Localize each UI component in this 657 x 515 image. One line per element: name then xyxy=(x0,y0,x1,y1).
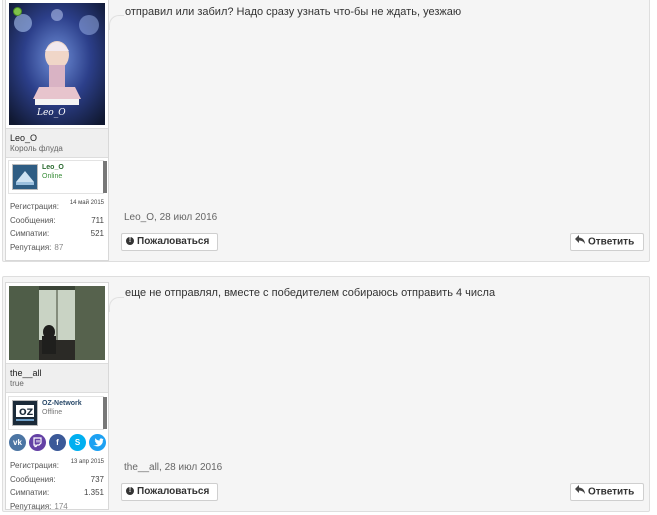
skype-icon[interactable]: S xyxy=(69,434,86,451)
mini-profile-status: Offline xyxy=(42,409,63,416)
stat-value: 13 апр 2015 xyxy=(70,459,104,465)
stat-value: 174 xyxy=(54,501,68,511)
reply-label: Ответить xyxy=(588,236,635,248)
mini-profile[interactable]: OZ OZ-Network Offline xyxy=(8,396,107,430)
name-box: the__all true xyxy=(6,363,108,393)
alert-icon: ! xyxy=(126,237,134,246)
message-bubble-tail xyxy=(109,15,124,30)
stat-label: Репутация: xyxy=(10,501,52,511)
stat-value: 521 xyxy=(90,229,104,238)
avatar[interactable] xyxy=(9,286,105,360)
stat-value[interactable]: 711 xyxy=(91,216,104,225)
message-bubble-tail xyxy=(109,297,124,312)
facebook-icon[interactable]: f xyxy=(49,434,66,451)
mini-avatar xyxy=(12,164,38,190)
online-indicator xyxy=(13,7,22,16)
report-label: Пожаловаться xyxy=(137,486,210,497)
reply-label: Ответить xyxy=(588,486,635,498)
post-meta[interactable]: the__all, 28 июл 2016 xyxy=(124,462,222,473)
stat-value: 14 май 2015 xyxy=(69,200,104,206)
stat-label: Регистрация: xyxy=(10,202,59,211)
message-text: еще не отправлял, вместе с победителем с… xyxy=(125,287,496,299)
stat-value: 1.351 xyxy=(83,488,104,497)
user-stats: Регистрация: 14 май 2015 Сообщения: 711 Си… xyxy=(10,200,106,254)
mini-profile-name: OZ-Network xyxy=(42,400,82,407)
stat-value[interactable]: 737 xyxy=(91,475,104,484)
report-label: Пожаловаться xyxy=(137,236,210,247)
user-title: Король флуда xyxy=(10,144,63,153)
stat-label: Сообщения: xyxy=(10,474,56,484)
report-button[interactable]: ! Пожаловаться xyxy=(121,483,218,501)
stat-label: Симпатии: xyxy=(10,488,50,497)
stat-label: Сообщения: xyxy=(10,215,56,225)
vk-icon[interactable]: vk xyxy=(9,434,26,451)
user-title: true xyxy=(10,379,24,388)
post-2: the__all true OZ OZ-Network Offline vk f xyxy=(2,276,650,512)
stat-label: Симпатии: xyxy=(10,229,50,238)
avatar[interactable]: Leo_O xyxy=(9,3,105,125)
user-info-block: the__all true OZ OZ-Network Offline vk f xyxy=(5,282,109,513)
twitter-icon[interactable] xyxy=(89,434,106,451)
reply-button[interactable]: Ответить xyxy=(570,483,644,501)
post-1: Leo_O Leo_O Король флуда Leo_O Online Ре… xyxy=(2,0,650,262)
stat-label: Регистрация: xyxy=(10,461,59,470)
stat-label: Репутация: xyxy=(10,242,52,252)
name-box: Leo_O Король флуда xyxy=(6,128,108,158)
mini-avatar: OZ xyxy=(12,400,38,426)
report-button[interactable]: ! Пожаловаться xyxy=(121,233,218,251)
username[interactable]: the__all xyxy=(10,368,42,378)
svg-text:OZ: OZ xyxy=(19,408,34,418)
reply-arrow-icon xyxy=(575,234,585,250)
twitch-icon[interactable] xyxy=(29,434,46,451)
mini-profile-status: Online xyxy=(42,173,63,180)
signature-art: Leo_O xyxy=(36,108,66,118)
user-info-block: Leo_O Leo_O Король флуда Leo_O Online Ре… xyxy=(5,0,109,261)
message-text: отправил или забил? Надо сразу узнать чт… xyxy=(125,6,462,18)
user-stats: Регистрация: 13 апр 2015 Сообщения: 737 Си… xyxy=(10,459,106,513)
stat-value: 87 xyxy=(54,242,64,252)
mini-profile-tab xyxy=(103,397,107,429)
mini-profile-name: Leo_O xyxy=(42,164,64,171)
mini-profile[interactable]: Leo_O Online xyxy=(8,160,107,194)
mini-profile-tab xyxy=(103,161,107,193)
username[interactable]: Leo_O xyxy=(10,133,37,143)
alert-icon: ! xyxy=(126,487,134,496)
reply-button[interactable]: Ответить xyxy=(570,233,644,251)
post-meta[interactable]: Leo_O, 28 июл 2016 xyxy=(124,212,217,223)
reply-arrow-icon xyxy=(575,484,585,500)
